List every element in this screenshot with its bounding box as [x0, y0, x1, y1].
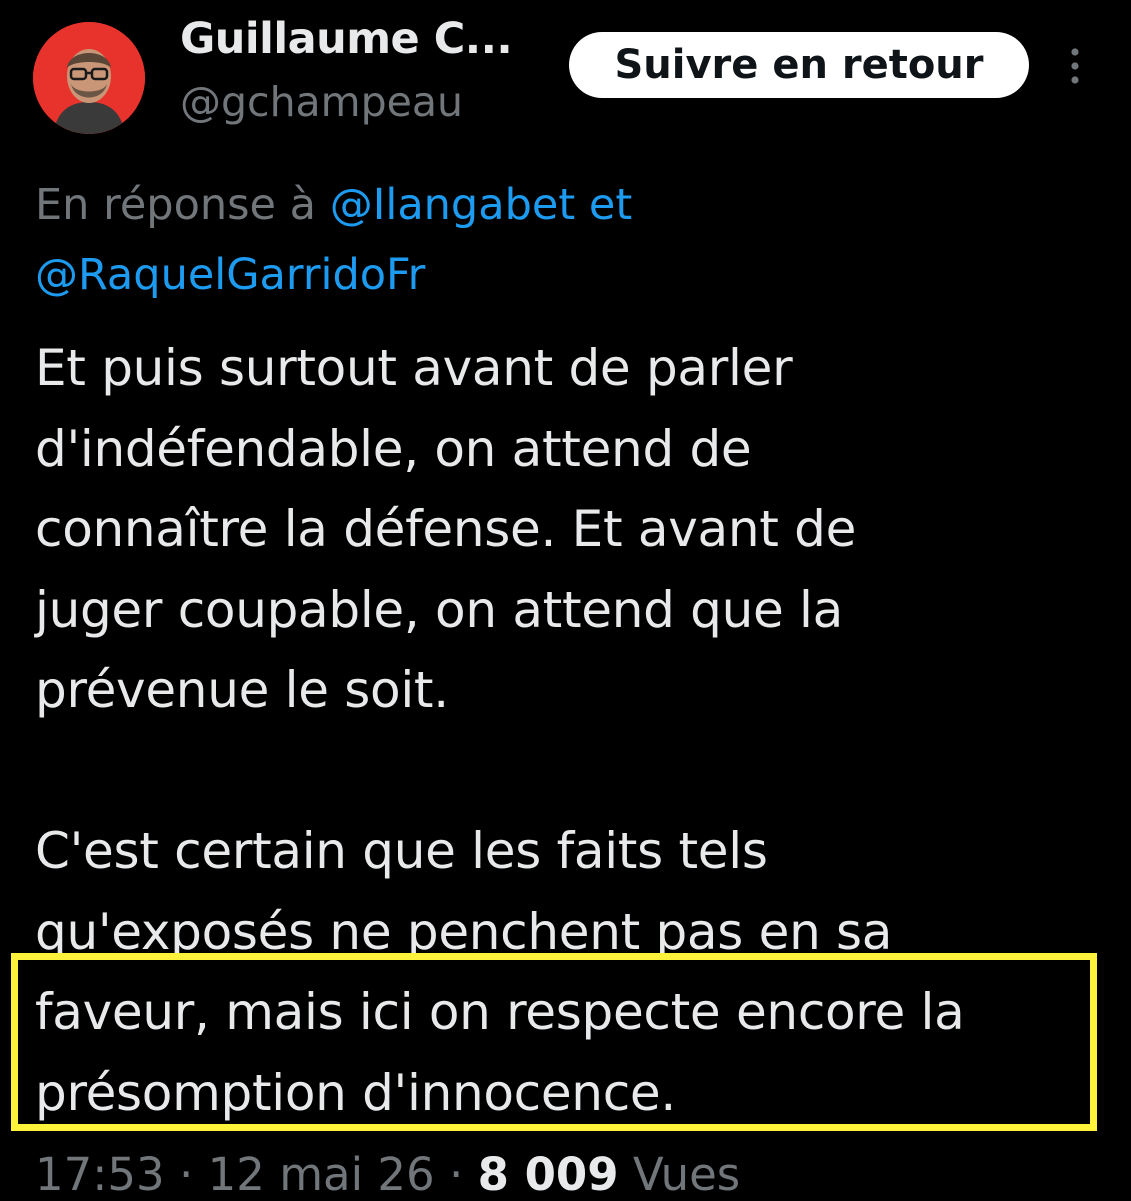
- vertical-dots-icon[interactable]: [1064, 44, 1086, 88]
- tweet-text: Et puis surtout avant de parler d'indéfe…: [35, 328, 1115, 1133]
- tweet-paragraph: C'est certain que les faits tels qu'expo…: [35, 811, 1115, 1133]
- tweet-meta: 17:53 · 12 mai 26 · 8 009 Vues: [35, 1148, 740, 1201]
- tweet-line: connaître la défense. Et avant de: [35, 500, 857, 558]
- tweet-paragraph: Et puis surtout avant de parler d'indéfe…: [35, 328, 1115, 731]
- tweet-line: présomption d'innocence.: [35, 1063, 676, 1122]
- views-count: 8 009: [477, 1148, 619, 1201]
- mention-link-ilangabet[interactable]: @Ilangabet: [330, 180, 576, 230]
- reply-prefix: En réponse à: [35, 180, 317, 230]
- tweet-time[interactable]: 17:53: [35, 1148, 165, 1201]
- tweet-line: faveur, mais ici on respecte encore la: [35, 983, 965, 1041]
- tweet-line: juger coupable, on attend que la: [35, 580, 843, 639]
- views-label: Vues: [632, 1148, 741, 1201]
- tweet-line: d'indéfendable, on attend de: [35, 419, 752, 478]
- avatar[interactable]: [33, 22, 145, 134]
- reply-context: En réponse à @Ilangabet et @RaquelGarrid…: [35, 170, 1095, 310]
- tweet-line: C'est certain que les faits tels: [35, 822, 768, 880]
- tweet-line: prévenue le soit.: [35, 661, 449, 719]
- reply-conjunction: et: [588, 180, 633, 230]
- tweet-line: qu'exposés ne penchent pas en sa: [35, 902, 893, 961]
- mention-link-raquelgarridofr[interactable]: @RaquelGarridoFr: [35, 250, 425, 300]
- author-handle[interactable]: @gchampeau: [180, 78, 463, 126]
- avatar-image: [33, 22, 145, 134]
- tweet-line: Et puis surtout avant de parler: [35, 339, 793, 397]
- meta-separator: ·: [448, 1148, 464, 1201]
- meta-separator: ·: [179, 1148, 194, 1201]
- author-display-name[interactable]: Guillaume C...: [180, 14, 513, 64]
- tweet-date[interactable]: 12 mai 26: [208, 1148, 435, 1201]
- follow-back-button[interactable]: Suivre en retour: [569, 32, 1029, 98]
